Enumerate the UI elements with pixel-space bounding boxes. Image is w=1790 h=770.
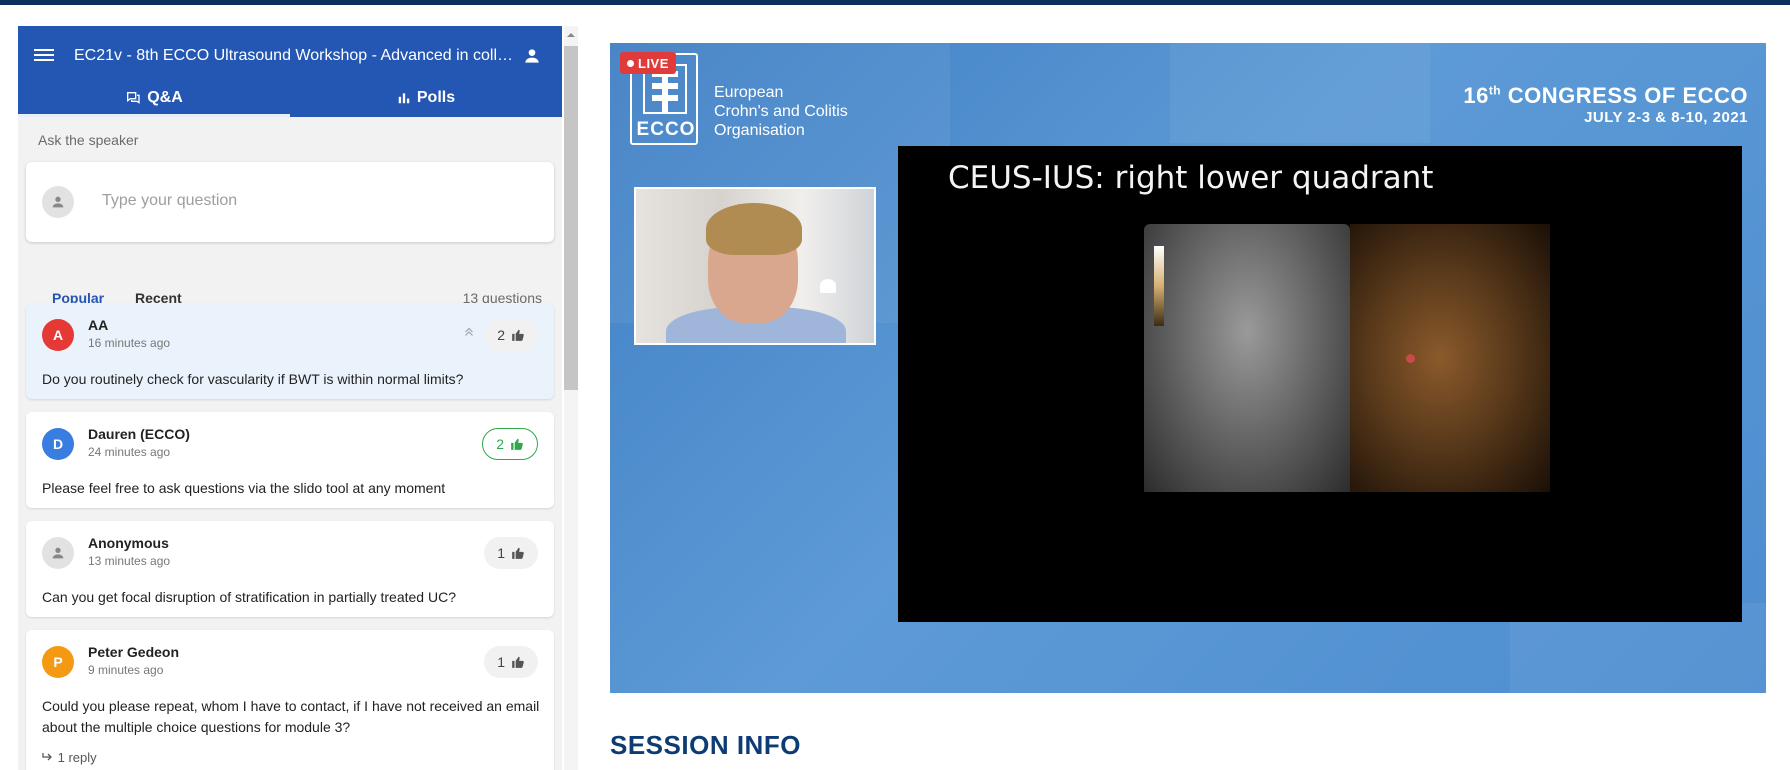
reply-count: 1 reply (57, 750, 97, 765)
question-author: Dauren (ECCO) (88, 426, 190, 442)
question-time: 24 minutes ago (88, 445, 171, 459)
question-item[interactable]: D Dauren (ECCO) 24 minutes ago 2 Please … (26, 412, 554, 508)
top-border (0, 0, 1790, 5)
ultrasound-marker (1406, 354, 1415, 363)
speaker-video (634, 187, 876, 345)
like-button[interactable]: 1 (484, 537, 538, 569)
live-label: LIVE (638, 55, 669, 71)
reply-link[interactable]: 1 reply (42, 750, 97, 765)
person-icon (52, 196, 64, 208)
session-info-heading: SESSION INFO (610, 730, 801, 760)
ask-label: Ask the speaker (38, 132, 139, 148)
live-dot-icon (627, 59, 634, 67)
chevron-up-icon[interactable] (462, 325, 476, 339)
bar-chart-icon (398, 92, 410, 103)
menu-icon[interactable] (34, 46, 54, 66)
thumbs-up-icon (512, 547, 524, 559)
question-input[interactable]: Type your question (26, 162, 554, 242)
question-author: Anonymous (88, 535, 169, 551)
like-button[interactable]: 2 (482, 428, 538, 460)
question-text: Please feel free to ask questions via th… (42, 480, 446, 496)
avatar: P (42, 646, 74, 678)
avatar: D (42, 428, 74, 460)
question-author: AA (88, 317, 109, 333)
user-icon[interactable] (522, 46, 542, 66)
question-text: Can you get focal disruption of stratifi… (42, 589, 456, 605)
qa-panel: EC21v - 8th ECCO Ultrasound Workshop - A… (18, 26, 562, 770)
tab-bar: Q&A Polls (18, 78, 562, 117)
video-player[interactable]: ECCO LIVE European Crohn's and Colitis O… (610, 43, 1766, 693)
like-count: 1 (497, 545, 505, 561)
avatar: A (42, 319, 74, 351)
org-name: European Crohn's and Colitis Organisatio… (714, 83, 848, 140)
lamp (820, 279, 836, 293)
tab-polls[interactable]: Polls (290, 78, 562, 117)
chat-icon (127, 91, 140, 104)
question-text: Could you please repeat, whom I have to … (42, 698, 540, 735)
ultrasound-contrast-image (1350, 224, 1550, 492)
reply-arrow-icon (42, 753, 52, 761)
tab-qa-label: Q&A (147, 88, 183, 106)
background-block (1170, 43, 1430, 143)
avatar (42, 537, 74, 569)
congress-number: 16 (1463, 83, 1489, 108)
event-title: EC21v - 8th ECCO Ultrasound Workshop - A… (74, 47, 514, 64)
org-line: Organisation (714, 122, 805, 139)
congress-dates: JULY 2-3 & 8-10, 2021 (1584, 109, 1748, 126)
person-icon (52, 547, 64, 559)
like-count: 2 (496, 436, 504, 452)
avatar (42, 186, 74, 218)
scroll-up-icon[interactable] (566, 30, 576, 40)
app-bar: EC21v - 8th ECCO Ultrasound Workshop - A… (18, 26, 562, 117)
question-time: 9 minutes ago (88, 663, 164, 677)
thumbs-up-icon (512, 329, 524, 341)
question-text: Do you routinely check for vascularity i… (42, 371, 464, 387)
congress-ordinal: th (1488, 83, 1502, 98)
like-button[interactable]: 2 (484, 319, 538, 351)
presentation-slide: CEUS-IUS: right lower quadrant (898, 146, 1742, 622)
question-item[interactable]: P Peter Gedeon 9 minutes ago 1 Could you… (26, 630, 554, 770)
like-button[interactable]: 1 (484, 646, 538, 678)
question-time: 13 minutes ago (88, 554, 171, 568)
congress-name: CONGRESS OF ECCO (1501, 83, 1748, 108)
scrollbar[interactable] (564, 26, 578, 770)
logo-text: ECCO (636, 119, 696, 140)
ultrasound-gain-bar (1154, 246, 1164, 326)
question-item[interactable]: A AA 16 minutes ago 2 Do you routinely c… (26, 303, 554, 399)
speaker-hair (706, 203, 802, 255)
question-author: Peter Gedeon (88, 644, 180, 660)
question-time: 16 minutes ago (88, 336, 171, 350)
like-count: 1 (497, 654, 505, 670)
like-count: 2 (497, 327, 505, 343)
live-badge: LIVE (620, 52, 676, 74)
org-line: Crohn's and Colitis (714, 103, 848, 120)
slide-title: CEUS-IUS: right lower quadrant (948, 160, 1434, 196)
tab-qa[interactable]: Q&A (18, 78, 290, 117)
question-item[interactable]: Anonymous 13 minutes ago 1 Can you get f… (26, 521, 554, 617)
ultrasound-bmode-image (1144, 224, 1350, 492)
org-line: European (714, 84, 784, 101)
question-placeholder: Type your question (102, 192, 238, 209)
tab-polls-label: Polls (416, 88, 456, 106)
thumbs-up-icon (511, 438, 523, 450)
congress-title: 16th CONGRESS OF ECCO (1463, 83, 1748, 109)
thumbs-up-icon (512, 656, 524, 668)
scroll-thumb[interactable] (564, 46, 578, 390)
